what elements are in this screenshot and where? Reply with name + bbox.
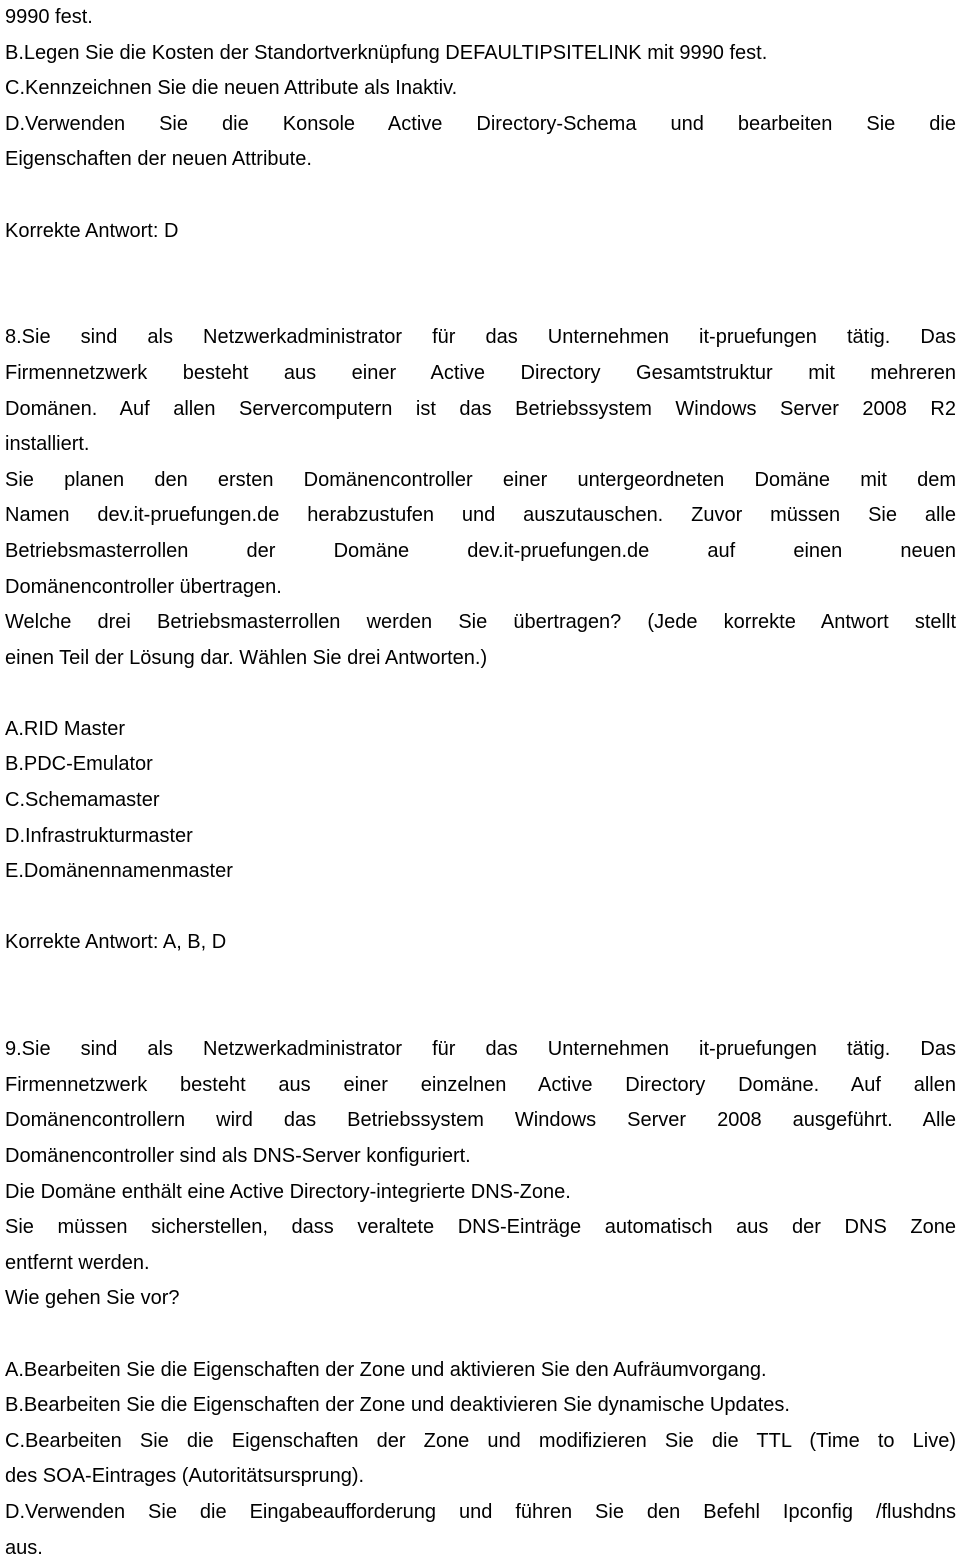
q9-question-line: Domänencontrollern wird das Betriebssyst… xyxy=(5,1109,956,1132)
q8-option-a: A.RID Master xyxy=(5,717,126,740)
q8-question-line: 8.Sie sind als Netzwerkadministrator für… xyxy=(5,326,956,349)
q8-correct-answer: Korrekte Antwort: A, B, D xyxy=(5,931,227,954)
q7-correct-answer: Korrekte Antwort: D xyxy=(5,219,179,242)
q8-options-list: A.RID Master B.PDC-Emulator C.Schemamast… xyxy=(5,712,956,890)
q8-option-d: D.Infrastrukturmaster xyxy=(5,824,193,847)
q8-question-line: installiert. xyxy=(5,433,90,456)
q9-question-line: 9.Sie sind als Netzwerkadministrator für… xyxy=(5,1038,956,1061)
q8-question-line: einen Teil der Lösung dar. Wählen Sie dr… xyxy=(5,646,488,669)
document-page: 9990 fest. B.Legen Sie die Kosten der St… xyxy=(5,0,956,1566)
q9-question-line: Sie müssen sicherstellen, dass veraltete… xyxy=(5,1216,956,1239)
q9-question-text: 9.Sie sind als Netzwerkadministrator für… xyxy=(5,1032,956,1317)
q9-option-d-line1: D.Verwenden Sie die Eingabeaufforderung … xyxy=(5,1500,956,1523)
question-7-section: 9990 fest. B.Legen Sie die Kosten der St… xyxy=(5,0,956,249)
question-9-section: 9.Sie sind als Netzwerkadministrator für… xyxy=(5,1032,956,1566)
q7-option-c: C.Kennzeichnen Sie die neuen Attribute a… xyxy=(5,77,458,100)
q9-option-a: A.Bearbeiten Sie die Eigenschaften der Z… xyxy=(5,1358,767,1381)
q9-option-c-line2: des SOA-Eintrages (Autoritätsursprung). xyxy=(5,1465,365,1488)
q9-question-line: Die Domäne enthält eine Active Directory… xyxy=(5,1180,571,1203)
q7-option-d-line1: D.Verwenden Sie die Konsole Active Direc… xyxy=(5,112,956,135)
q8-question-line: Sie planen den ersten Domänencontroller … xyxy=(5,468,956,491)
q8-question-line: Betriebsmasterrollen der Domäne dev.it-p… xyxy=(5,539,956,562)
q9-option-d-line2: aus. xyxy=(5,1536,43,1559)
q7-option-a-tail: 9990 fest. xyxy=(5,6,93,28)
q9-option-c-line1: C.Bearbeiten Sie die Eigenschaften der Z… xyxy=(5,1429,956,1452)
q8-option-b: B.PDC-Emulator xyxy=(5,753,153,776)
q9-question-line: entfernt werden. xyxy=(5,1251,150,1274)
q7-option-d-line2: Eigenschaften der neuen Attribute. xyxy=(5,148,312,171)
q9-question-line: Firmennetzwerk besteht aus einer einzeln… xyxy=(5,1073,956,1096)
q8-option-e: E.Domänennamenmaster xyxy=(5,860,233,883)
q9-option-b: B.Bearbeiten Sie die Eigenschaften der Z… xyxy=(5,1394,790,1417)
q8-question-line: Domänen. Auf allen Servercomputern ist d… xyxy=(5,397,956,420)
q7-option-b: B.Legen Sie die Kosten der Standortverkn… xyxy=(5,41,768,64)
q8-option-c: C.Schemamaster xyxy=(5,789,160,812)
q8-question-text: 8.Sie sind als Netzwerkadministrator für… xyxy=(5,320,956,676)
q8-question-line: Welche drei Betriebsmasterrollen werden … xyxy=(5,611,956,634)
question-8-section: 8.Sie sind als Netzwerkadministrator für… xyxy=(5,320,956,961)
q9-options-list: A.Bearbeiten Sie die Eigenschaften der Z… xyxy=(5,1353,956,1566)
q8-question-line: Firmennetzwerk besteht aus einer Active … xyxy=(5,361,956,384)
q8-question-line: Namen dev.it-pruefungen.de herabzustufen… xyxy=(5,504,956,527)
q9-question-line: Domänencontroller sind als DNS-Server ko… xyxy=(5,1145,471,1167)
q8-question-line: Domänencontroller übertragen. xyxy=(5,575,282,598)
q9-question-line: Wie gehen Sie vor? xyxy=(5,1287,180,1310)
